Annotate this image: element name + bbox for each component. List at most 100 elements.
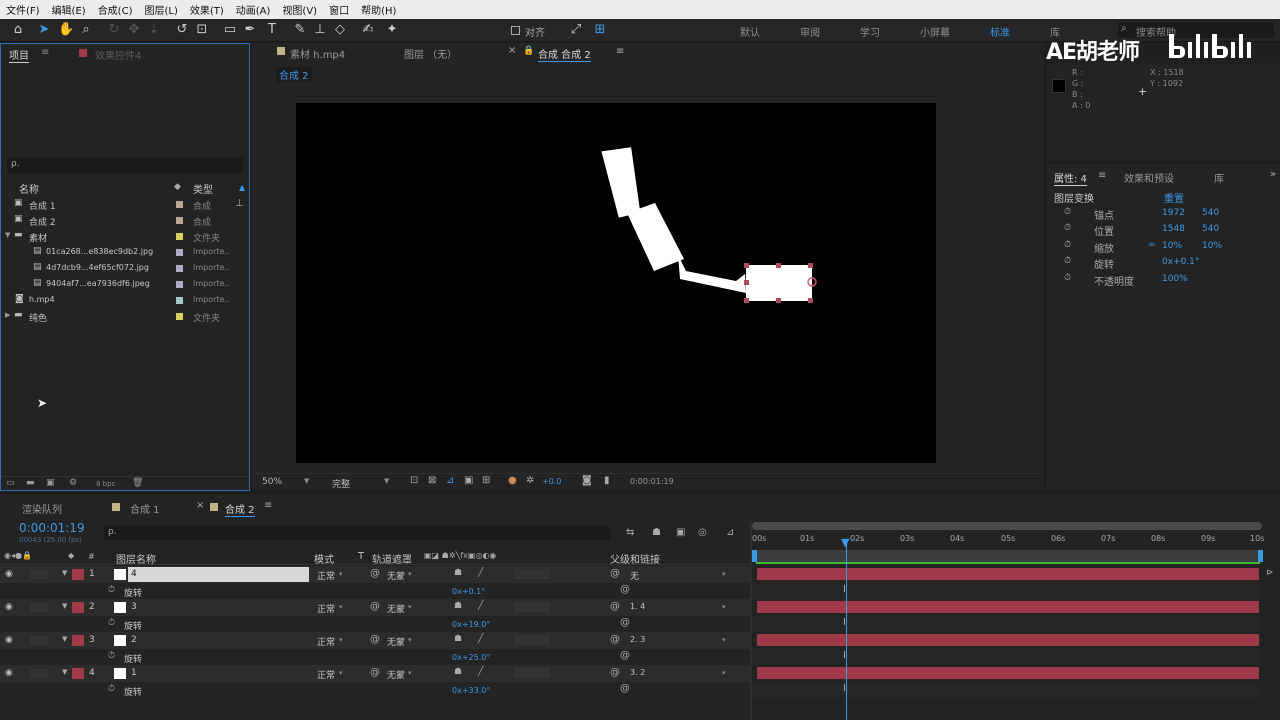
stamp-tool-icon[interactable]: ⊥ bbox=[312, 22, 328, 38]
work-area-end-handle[interactable] bbox=[1258, 550, 1263, 562]
layer-label-color[interactable] bbox=[72, 569, 84, 580]
parent-dropdown[interactable]: 2. 3 bbox=[630, 635, 645, 644]
zoom-dropdown[interactable]: 50% bbox=[262, 477, 282, 487]
roto-brush-icon[interactable]: ✍ bbox=[360, 22, 376, 38]
new-composition-icon[interactable]: ▣ bbox=[46, 478, 55, 488]
panel-menu-icon[interactable]: ≡ bbox=[264, 500, 272, 511]
pick-whip-icon[interactable]: @ bbox=[610, 634, 620, 645]
layer-label-color[interactable] bbox=[72, 635, 84, 646]
visibility-eye-icon[interactable]: ◉ bbox=[5, 569, 13, 579]
time-ruler[interactable]: 00s 01s 02s 03s 04s 05s 06s 07s 08s 09s … bbox=[752, 530, 1264, 550]
menu-file[interactable]: 文件(F) bbox=[6, 2, 40, 17]
reset-exposure-icon[interactable]: ✲ bbox=[526, 475, 534, 486]
flowchart-icon[interactable]: ⊥ bbox=[235, 198, 244, 209]
panel-overflow-icon[interactable]: » bbox=[1270, 169, 1276, 180]
chevron-down-icon[interactable]: ▾ bbox=[339, 603, 343, 611]
track-matte-dropdown[interactable]: 无蒙 bbox=[387, 635, 405, 648]
stopwatch-icon[interactable]: ⏱ bbox=[1064, 240, 1071, 250]
menu-window[interactable]: 窗口 bbox=[329, 2, 349, 17]
tab-layer[interactable]: 图层 （无） bbox=[404, 46, 457, 61]
chevron-down-icon[interactable]: ▼ bbox=[304, 477, 309, 485]
solo-lock-cells[interactable] bbox=[30, 636, 48, 645]
track-matte-dropdown[interactable]: 无蒙 bbox=[387, 668, 405, 681]
chevron-down-icon[interactable]: ▼ bbox=[62, 635, 67, 643]
property-row[interactable]: ⏱ 旋转 0x+25.0° @ bbox=[0, 649, 750, 666]
scale-y-value[interactable]: 10% bbox=[1202, 241, 1222, 251]
chevron-down-icon[interactable]: ▾ bbox=[408, 636, 412, 644]
tab-comp-1[interactable]: 合成 1 bbox=[130, 501, 160, 516]
chevron-down-icon[interactable]: ▼ bbox=[62, 602, 67, 610]
position-y-value[interactable]: 540 bbox=[1202, 224, 1219, 234]
av-features-icons[interactable]: ◉◂●🔒 bbox=[4, 551, 32, 560]
motion-blur-icon[interactable]: ◎ bbox=[698, 527, 707, 538]
grid-snap-icon[interactable]: ⊞ bbox=[592, 22, 608, 38]
visibility-eye-icon[interactable]: ◉ bbox=[5, 635, 13, 645]
work-area-bar[interactable] bbox=[752, 522, 1262, 530]
bpc-label[interactable]: 8 bpc bbox=[96, 480, 115, 488]
orbit-tool-icon[interactable]: ↻ bbox=[106, 22, 122, 38]
chevron-down-icon[interactable]: ▾ bbox=[408, 669, 412, 677]
chevron-down-icon[interactable]: ▾ bbox=[722, 570, 726, 578]
close-icon[interactable]: × bbox=[508, 45, 516, 56]
resolution-dropdown[interactable]: 完整 bbox=[332, 477, 350, 490]
scale-x-value[interactable]: 10% bbox=[1162, 241, 1182, 251]
new-folder-icon[interactable]: ▬ bbox=[26, 478, 35, 488]
chevron-down-icon[interactable]: ▾ bbox=[408, 570, 412, 578]
comp-flowchart-icon[interactable]: ⇆ bbox=[626, 527, 634, 538]
shy-switch-icon[interactable]: ☗ bbox=[454, 601, 462, 611]
mode-header[interactable]: 模式 bbox=[314, 551, 334, 566]
list-item[interactable]: ▤ 4d7dcb9...4ef65cf072.jpg Importe.. bbox=[1, 261, 231, 277]
list-item[interactable]: ▤ 9404af7...ea7936df6.jpeg Importe.. bbox=[1, 277, 231, 293]
workspace-learn[interactable]: 学习 bbox=[860, 24, 880, 39]
chevron-down-icon[interactable]: ▾ bbox=[339, 669, 343, 677]
panel-menu-icon[interactable]: ≡ bbox=[616, 46, 624, 57]
list-item[interactable]: ▼ ▬ 素材 文件夹 bbox=[1, 229, 231, 245]
chevron-down-icon[interactable]: ▾ bbox=[339, 636, 343, 644]
solo-lock-cells[interactable] bbox=[30, 603, 48, 612]
quality-switch-icon[interactable]: ╱ bbox=[478, 667, 483, 677]
tab-comp-2[interactable]: 合成 2 bbox=[225, 501, 255, 517]
tab-library[interactable]: 库 bbox=[1214, 170, 1224, 185]
project-settings-icon[interactable]: ⚙ bbox=[69, 478, 77, 488]
menu-layer[interactable]: 图层(L) bbox=[144, 2, 177, 17]
tab-project[interactable]: 项目 bbox=[9, 47, 29, 63]
property-row[interactable]: ⏱ 旋转 0x+0.1° @ bbox=[0, 583, 750, 600]
panel-menu-icon[interactable]: ≡ bbox=[41, 47, 49, 58]
work-area-start-handle[interactable] bbox=[752, 550, 757, 562]
stopwatch-icon[interactable]: ⏱ bbox=[1064, 256, 1071, 266]
layer-bar[interactable] bbox=[757, 601, 1259, 613]
pick-whip-icon[interactable]: @ bbox=[610, 667, 620, 678]
solo-lock-cells[interactable] bbox=[30, 669, 48, 678]
solo-lock-cells[interactable] bbox=[30, 570, 48, 579]
anchor-tool-icon[interactable]: ⊡ bbox=[194, 22, 210, 38]
layer-search[interactable]: ρ. bbox=[104, 526, 610, 540]
stopwatch-icon[interactable]: ⏱ bbox=[108, 684, 115, 694]
track-matte-dropdown[interactable]: 无蒙 bbox=[387, 602, 405, 615]
expression-pickwhip-icon[interactable]: @ bbox=[620, 584, 630, 595]
col-type-header[interactable]: 类型 bbox=[193, 181, 213, 196]
transparency-grid-icon[interactable]: ⊠ bbox=[428, 475, 436, 486]
stopwatch-icon[interactable]: ⏱ bbox=[1064, 273, 1071, 283]
stopwatch-icon[interactable]: ⏱ bbox=[1064, 207, 1071, 217]
menu-view[interactable]: 视图(V) bbox=[282, 2, 317, 17]
parent-dropdown[interactable]: 1. 4 bbox=[630, 602, 645, 611]
composition-canvas[interactable] bbox=[296, 103, 936, 463]
rotate-tool-icon[interactable]: ↺ bbox=[174, 22, 190, 38]
menu-animation[interactable]: 动画(A) bbox=[236, 2, 271, 17]
pen-tool-icon[interactable]: ✒ bbox=[242, 22, 258, 38]
stopwatch-icon[interactable]: ⏱ bbox=[1064, 223, 1071, 233]
color-channel-icon[interactable]: ● bbox=[508, 475, 517, 486]
shy-switch-icon[interactable]: ☗ bbox=[454, 634, 462, 644]
expression-pickwhip-icon[interactable]: @ bbox=[620, 650, 630, 661]
tab-footage[interactable]: 素材 h.mp4 bbox=[290, 46, 345, 61]
layer-bar[interactable] bbox=[757, 634, 1259, 646]
current-timecode[interactable]: 0:00:01:19 bbox=[19, 521, 85, 535]
mode-dropdown[interactable]: 正常 bbox=[317, 569, 335, 582]
pick-whip-icon[interactable]: @ bbox=[610, 568, 620, 579]
shy-switch-icon[interactable]: ☗ bbox=[454, 667, 462, 677]
stopwatch-icon[interactable]: ⏱ bbox=[108, 651, 115, 661]
chevron-down-icon[interactable]: ▾ bbox=[408, 603, 412, 611]
delete-icon[interactable]: 🗑 bbox=[132, 478, 143, 488]
stopwatch-icon[interactable]: ⏱ bbox=[108, 618, 115, 628]
reset-button[interactable]: 重置 bbox=[1164, 190, 1184, 205]
